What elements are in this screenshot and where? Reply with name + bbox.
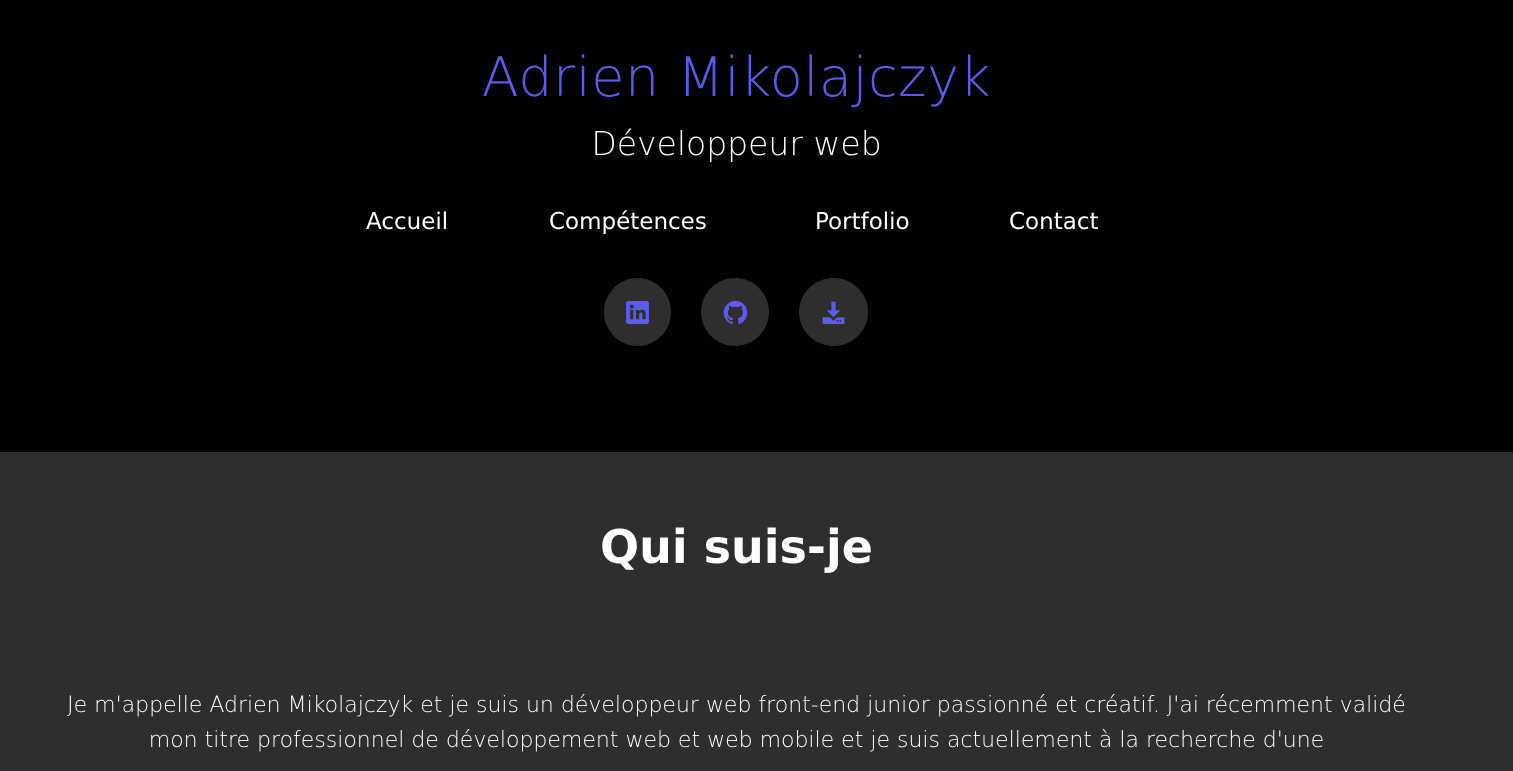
site-header: Adrien Mikolajczyk Développeur web Accue…: [0, 0, 1513, 452]
nav-link-accueil[interactable]: Accueil: [366, 209, 448, 235]
nav-link-contact[interactable]: Contact: [1009, 209, 1098, 235]
download-icon: [821, 300, 846, 325]
site-owner-role: Développeur web: [591, 124, 882, 163]
about-title: Qui suis-je: [600, 520, 873, 574]
github-icon: [723, 300, 748, 325]
about-text: Je m'appelle Adrien Mikolajczyk et je su…: [67, 693, 1406, 753]
about-section: Qui suis-je Je m'appelle Adrien Mikolajc…: [0, 452, 1513, 771]
nav-link-competences[interactable]: Compétences: [549, 209, 707, 235]
nav-link-portfolio[interactable]: Portfolio: [815, 209, 910, 235]
linkedin-icon: [625, 300, 650, 325]
main-navigation: Accueil Compétences Portfolio Contact: [0, 209, 1513, 245]
site-owner-name: Adrien Mikolajczyk: [481, 46, 992, 109]
linkedin-button[interactable]: [604, 278, 671, 346]
social-links: [0, 278, 1513, 348]
download-cv-button[interactable]: [799, 278, 868, 346]
github-button[interactable]: [701, 278, 769, 346]
